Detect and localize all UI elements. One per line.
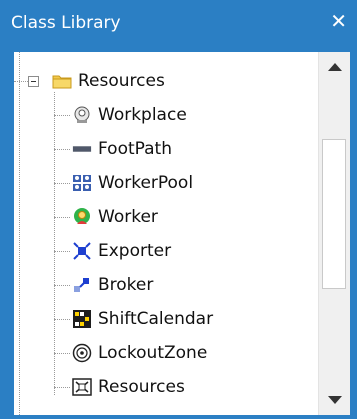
tree-item-resources-folder[interactable]: Resources xyxy=(52,64,165,98)
tree-item-label: WorkerPool xyxy=(98,173,194,193)
arrow-down-icon xyxy=(327,396,342,404)
tree-connector-line xyxy=(54,285,70,286)
tree-item-label: ShiftCalendar xyxy=(98,309,214,329)
lockoutzone-icon xyxy=(72,343,92,363)
collapse-toggle[interactable] xyxy=(28,76,39,87)
tree-item-label: Resources xyxy=(78,71,165,91)
tree-connector-line xyxy=(54,217,70,218)
class-library-panel: Class Library ✕ Resources WorkplaceFoot xyxy=(0,0,357,419)
title-bar: Class Library ✕ xyxy=(0,0,357,44)
resources-icon xyxy=(72,377,92,397)
tree-connector-line xyxy=(54,183,70,184)
tree-item-label: Resources xyxy=(98,377,185,397)
scroll-up-button[interactable] xyxy=(319,52,350,82)
tree-item-workplace[interactable]: Workplace xyxy=(72,98,187,132)
tree-item-lockoutzone[interactable]: LockoutZone xyxy=(72,336,207,370)
workerpool-icon xyxy=(72,173,92,193)
vertical-scrollbar[interactable] xyxy=(318,52,350,415)
tree-item-resources[interactable]: Resources xyxy=(72,370,185,404)
scrollbar-thumb[interactable] xyxy=(322,139,346,289)
tree-connector-line xyxy=(54,353,70,354)
tree-item-label: Broker xyxy=(98,275,154,295)
tree-item-label: LockoutZone xyxy=(98,343,208,363)
tree-connector-line xyxy=(54,149,70,150)
broker-icon xyxy=(72,275,92,295)
tree-item-exporter[interactable]: Exporter xyxy=(72,234,171,268)
tree-item-workerpool[interactable]: WorkerPool xyxy=(72,166,193,200)
panel-title: Class Library xyxy=(11,13,121,33)
tree-item-footpath[interactable]: FootPath xyxy=(72,132,172,166)
tree: Resources Workplace FootPath WorkerPool Wor… xyxy=(14,52,319,415)
tree-item-worker[interactable]: Worker xyxy=(72,200,158,234)
tree-connector-line xyxy=(54,319,70,320)
tree-view: Resources Workplace FootPath WorkerPool Wor… xyxy=(14,52,350,415)
tree-connector-line xyxy=(19,52,20,415)
tree-connector-line xyxy=(54,115,70,116)
close-icon[interactable]: ✕ xyxy=(330,9,347,33)
arrow-up-icon xyxy=(327,63,342,71)
tree-connector-line xyxy=(54,387,70,388)
tree-connector-line xyxy=(54,251,70,252)
footpath-icon xyxy=(72,139,92,159)
worker-icon xyxy=(72,207,92,227)
tree-item-label: Worker xyxy=(98,207,158,227)
tree-item-label: FootPath xyxy=(98,139,172,159)
workplace-icon xyxy=(72,105,92,125)
scroll-down-button[interactable] xyxy=(319,385,350,415)
shiftcalendar-icon xyxy=(72,309,92,329)
exporter-icon xyxy=(72,241,92,261)
tree-item-label: Exporter xyxy=(98,241,172,261)
tree-connector-line xyxy=(54,92,55,395)
tree-item-broker[interactable]: Broker xyxy=(72,268,153,302)
tree-connector-line xyxy=(14,81,28,82)
folder-icon xyxy=(52,71,72,91)
tree-item-label: Workplace xyxy=(98,105,187,125)
tree-item-shiftcalendar[interactable]: ShiftCalendar xyxy=(72,302,213,336)
